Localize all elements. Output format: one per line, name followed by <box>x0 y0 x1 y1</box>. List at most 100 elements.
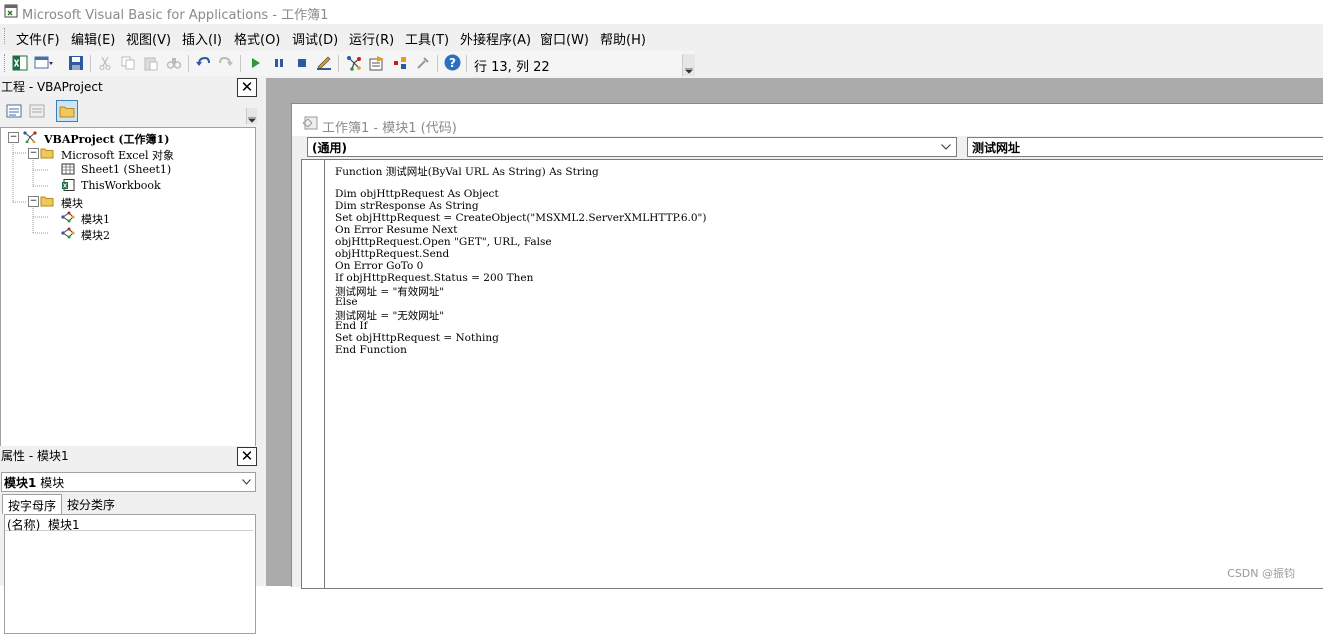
pane-splitter[interactable] <box>258 78 266 586</box>
worksheet-icon <box>61 163 75 175</box>
view-object-icon[interactable] <box>27 101 47 121</box>
folder-open-icon <box>40 196 54 207</box>
menu-help[interactable]: 帮助(H) <box>600 29 646 48</box>
property-value[interactable]: 模块1 <box>48 516 80 533</box>
vbaproject-icon <box>23 131 37 143</box>
code-line[interactable]: If objHttpRequest.Status = 200 Then <box>335 272 533 284</box>
code-margin[interactable] <box>302 160 325 588</box>
excel-icon[interactable] <box>12 55 28 71</box>
folder-open-icon <box>40 148 54 159</box>
code-line[interactable]: End Function <box>335 344 407 356</box>
property-row[interactable]: (名称) 模块1 <box>5 515 253 533</box>
help-icon[interactable]: ? <box>444 54 461 71</box>
collapse-toggle[interactable]: − <box>28 196 39 207</box>
module-icon <box>61 211 75 223</box>
menu-view[interactable]: 视图(V) <box>126 29 171 48</box>
code-window-icon <box>302 116 318 130</box>
project-tree: − VBAProject (工作簿1) − Microsoft Excel 对象… <box>0 127 256 447</box>
undo-icon[interactable] <box>195 55 211 71</box>
properties-object-name: 模块1 <box>4 476 37 490</box>
code-window: 工作簿1 - 模块1 (代码) (通用) 测试网址 Function 测试网址(… <box>291 103 1323 589</box>
redo-icon[interactable] <box>218 55 234 71</box>
code-line[interactable]: On Error GoTo 0 <box>335 260 423 272</box>
properties-object-type: 模块 <box>40 476 65 490</box>
toolbar-separator <box>240 55 241 72</box>
toolbox-icon[interactable] <box>415 55 431 71</box>
tab-alphabetic[interactable]: 按字母序 <box>2 494 63 514</box>
code-line[interactable]: Dim strResponse As String <box>335 200 479 212</box>
menu-window[interactable]: 窗口(W) <box>540 29 589 48</box>
break-icon[interactable] <box>271 55 287 71</box>
toggle-folders-icon[interactable] <box>56 100 78 122</box>
code-editor[interactable]: Function 测试网址(ByVal URL As String) As St… <box>301 159 1323 589</box>
design-mode-icon[interactable] <box>316 55 332 71</box>
menu-file[interactable]: 文件(F) <box>16 29 60 48</box>
code-window-title: 工作簿1 - 模块1 (代码) <box>322 121 457 136</box>
project-toolbar <box>0 98 257 126</box>
toolbar-separator <box>437 55 438 72</box>
collapse-toggle[interactable]: − <box>8 132 19 143</box>
save-icon[interactable] <box>68 55 84 71</box>
code-line[interactable]: objHttpRequest.Open "GET", URL, False <box>335 236 552 248</box>
menu-addins[interactable]: 外接程序(A) <box>460 29 531 48</box>
properties-grid: (名称) 模块1 <box>4 514 256 634</box>
menu-tools[interactable]: 工具(T) <box>405 29 449 48</box>
menu-insert[interactable]: 插入(I) <box>182 29 222 48</box>
module-icon <box>61 227 75 239</box>
code-window-titlebar[interactable]: 工作簿1 - 模块1 (代码) <box>292 104 1323 136</box>
code-line[interactable]: On Error Resume Next <box>335 224 457 236</box>
code-line[interactable]: Set objHttpRequest = CreateObject("MSXML… <box>335 212 706 224</box>
code-line[interactable]: Dim objHttpRequest As Object <box>335 188 499 200</box>
properties-close-button[interactable]: ✕ <box>237 447 257 466</box>
project-toolbar-overflow[interactable] <box>246 108 257 124</box>
project-explorer-icon[interactable] <box>346 55 362 71</box>
properties-icon[interactable] <box>369 55 385 71</box>
run-icon[interactable] <box>248 55 264 71</box>
cursor-position: 行 13, 列 22 <box>474 60 550 75</box>
reset-icon[interactable] <box>294 55 310 71</box>
code-line[interactable]: Function 测试网址(ByVal URL As String) As St… <box>335 164 599 179</box>
tree-label: VBAProject (工作簿1) <box>44 133 170 146</box>
chevron-down-icon <box>941 144 951 150</box>
tree-label: 模块 <box>61 197 83 210</box>
property-name: (名称) <box>7 518 41 532</box>
object-browser-icon[interactable] <box>392 55 408 71</box>
menu-bar: 文件(F) 编辑(E) 视图(V) 插入(I) 格式(O) 调试(D) 运行(R… <box>0 24 1323 48</box>
code-line[interactable]: Else <box>335 296 358 308</box>
menu-format[interactable]: 格式(O) <box>234 29 280 48</box>
insert-userform-icon[interactable] <box>34 55 54 71</box>
properties-object-select[interactable]: 模块1 模块 <box>1 472 256 492</box>
code-line[interactable]: objHttpRequest.Send <box>335 248 449 260</box>
chevron-down-icon <box>242 479 251 485</box>
code-line[interactable]: Set objHttpRequest = Nothing <box>335 332 499 344</box>
copy-icon[interactable] <box>120 55 136 71</box>
procedure-combo[interactable]: 测试网址 <box>967 137 1323 157</box>
tree-label: Sheet1 (Sheet1) <box>81 163 172 176</box>
toolbar-grip[interactable] <box>4 54 7 72</box>
cut-icon[interactable] <box>97 55 113 71</box>
menu-run[interactable]: 运行(R) <box>349 29 394 48</box>
code-line[interactable]: End If <box>335 320 368 332</box>
svg-text:?: ? <box>449 56 456 70</box>
toolbar-separator <box>90 55 91 72</box>
workbook-icon <box>62 179 75 191</box>
paste-icon[interactable] <box>143 55 159 71</box>
window-title: Microsoft Visual Basic for Applications … <box>22 8 329 23</box>
properties-object-label: 模块1 模块 <box>4 474 64 491</box>
vba-app-icon <box>4 4 18 18</box>
menu-edit[interactable]: 编辑(E) <box>71 29 115 48</box>
find-icon[interactable] <box>166 55 182 71</box>
tab-categorized[interactable]: 按分类序 <box>62 494 120 513</box>
tree-label: 模块1 <box>81 213 110 226</box>
collapse-toggle[interactable]: − <box>28 148 39 159</box>
menu-debug[interactable]: 调试(D) <box>292 29 338 48</box>
toolbar-overflow[interactable] <box>682 54 695 76</box>
menu-grip[interactable] <box>4 28 7 44</box>
view-code-icon[interactable] <box>4 101 24 121</box>
tree-label: 模块2 <box>81 229 110 242</box>
procedure-combo-value: 测试网址 <box>972 141 1021 155</box>
properties-pane: 属性 - 模块1 ✕ 模块1 模块 按字母序 按分类序 (名称) 模块1 <box>0 446 258 634</box>
project-close-button[interactable]: ✕ <box>237 78 257 97</box>
object-combo[interactable]: (通用) <box>307 137 957 157</box>
toolbar-separator <box>338 55 339 72</box>
